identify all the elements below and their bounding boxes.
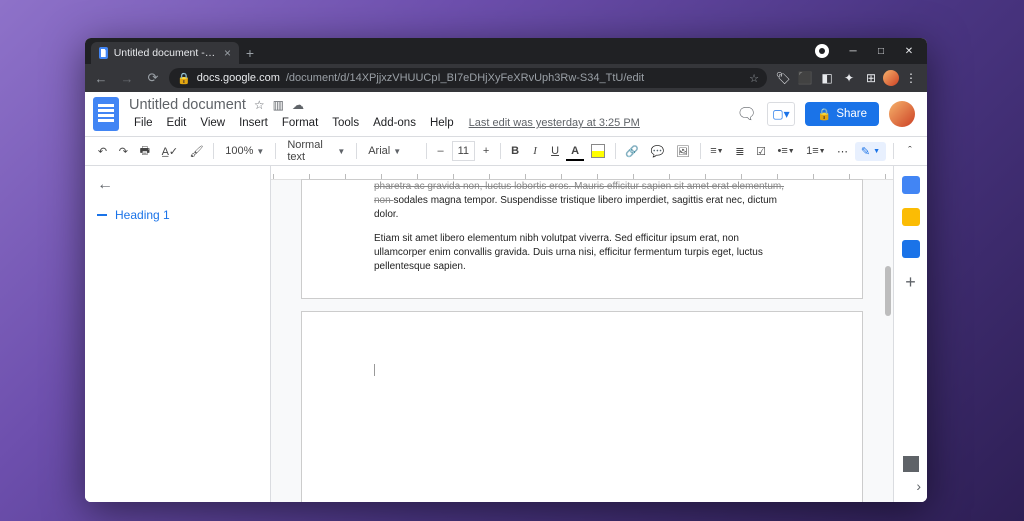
menu-edit[interactable]: Edit bbox=[162, 115, 192, 131]
last-edit-link[interactable]: Last edit was yesterday at 3:25 PM bbox=[469, 117, 640, 129]
bold-button[interactable]: B bbox=[506, 142, 524, 160]
print-button[interactable]: 🖶 bbox=[135, 139, 155, 164]
editor-area: ← Heading 1 pharetra ac gravida non, luc… bbox=[85, 166, 927, 502]
new-tab-button[interactable]: + bbox=[239, 42, 261, 64]
bulleted-list-button[interactable]: •≡▼ bbox=[773, 142, 800, 160]
back-button[interactable]: ← bbox=[91, 71, 111, 86]
zoom-select[interactable]: 100%▼ bbox=[219, 142, 270, 160]
minimize-button[interactable]: ─ bbox=[839, 41, 867, 61]
forward-button[interactable]: → bbox=[117, 71, 137, 86]
document-title[interactable]: Untitled document bbox=[129, 97, 246, 113]
url-path: /document/d/14XPjjxzVHUUCpI_BI7eDHjXyFeX… bbox=[286, 72, 644, 84]
menu-format[interactable]: Format bbox=[277, 115, 323, 131]
outline-pane: ← Heading 1 bbox=[85, 166, 271, 502]
extension-row: 🏷 ⬛ ◧ ✦ ⊞ ⋮ bbox=[773, 68, 921, 88]
docs-favicon bbox=[99, 47, 108, 59]
profile-avatar[interactable] bbox=[883, 70, 899, 86]
checklist-button[interactable]: ☑ bbox=[751, 142, 771, 161]
more-button[interactable]: ⋯ bbox=[832, 142, 853, 161]
redo-button[interactable]: ↷ bbox=[114, 142, 133, 161]
close-tab-icon[interactable]: × bbox=[224, 46, 231, 60]
collapse-side-panel-button[interactable]: › bbox=[916, 478, 921, 494]
docs-header: Untitled document ☆ ▥ ☁ File Edit View I… bbox=[85, 92, 927, 136]
star-icon[interactable]: ☆ bbox=[254, 98, 265, 112]
docs-logo-icon[interactable] bbox=[93, 97, 119, 131]
menu-file[interactable]: File bbox=[129, 115, 158, 131]
tab-strip: Untitled document - Google Do × + ─ □ ✕ bbox=[85, 38, 927, 64]
document-canvas[interactable]: pharetra ac gravida non, luctus lobortis… bbox=[271, 166, 893, 502]
url-domain: docs.google.com bbox=[197, 72, 280, 84]
share-label: Share bbox=[836, 108, 867, 120]
side-panel: + bbox=[893, 166, 927, 502]
image-button[interactable]: 🖼 bbox=[671, 142, 694, 161]
menu-insert[interactable]: Insert bbox=[234, 115, 273, 131]
font-size-increase[interactable]: + bbox=[477, 142, 495, 160]
line-spacing-button[interactable]: ≣ bbox=[730, 142, 749, 161]
undo-button[interactable]: ↶ bbox=[93, 142, 112, 161]
menu-addons[interactable]: Add-ons bbox=[368, 115, 421, 131]
font-size-input[interactable]: 11 bbox=[452, 141, 476, 161]
tasks-icon[interactable] bbox=[902, 240, 920, 258]
paint-format-button[interactable]: 🖌 bbox=[185, 142, 208, 161]
document-page[interactable]: pharetra ac gravida non, luctus lobortis… bbox=[302, 180, 862, 298]
keep-icon[interactable] bbox=[902, 208, 920, 226]
align-button[interactable]: ≡▼ bbox=[705, 142, 728, 160]
body-text: Etiam sit amet libero elementum nibh vol… bbox=[374, 232, 790, 274]
extension-icon[interactable]: ⊞ bbox=[861, 68, 881, 88]
extension-icon[interactable]: ⬛ bbox=[795, 68, 815, 88]
lock-icon: 🔒 bbox=[817, 107, 831, 121]
docs-toolbar: ↶ ↷ 🖶 A̲✓ 🖌 100%▼ Normal text▼ Arial▼ – … bbox=[85, 136, 927, 166]
outline-back-button[interactable]: ← bbox=[97, 176, 258, 194]
account-indicator-icon[interactable] bbox=[815, 44, 829, 58]
font-size-decrease[interactable]: – bbox=[432, 142, 450, 160]
menu-help[interactable]: Help bbox=[425, 115, 459, 131]
browser-tab[interactable]: Untitled document - Google Do × bbox=[91, 42, 239, 64]
hide-menus-button[interactable]: ˆ bbox=[901, 142, 919, 160]
spellcheck-button[interactable]: A̲✓ bbox=[157, 142, 183, 161]
extension-icon[interactable]: 🏷 bbox=[773, 68, 793, 88]
extension-icon[interactable]: ◧ bbox=[817, 68, 837, 88]
text-cursor bbox=[374, 364, 375, 376]
font-select[interactable]: Arial▼ bbox=[362, 142, 420, 160]
link-button[interactable]: 🔗 bbox=[621, 142, 644, 161]
menu-view[interactable]: View bbox=[195, 115, 230, 131]
reload-button[interactable]: ⟳ bbox=[143, 70, 163, 86]
underline-button[interactable]: U bbox=[546, 142, 564, 160]
share-button[interactable]: 🔒 Share bbox=[805, 102, 879, 126]
lock-icon: 🔒 bbox=[177, 72, 191, 85]
highlight-button[interactable] bbox=[586, 141, 610, 161]
calendar-icon[interactable] bbox=[902, 176, 920, 194]
browser-menu-icon[interactable]: ⋮ bbox=[901, 68, 921, 88]
explore-icon[interactable] bbox=[903, 456, 919, 472]
maximize-button[interactable]: □ bbox=[867, 41, 895, 61]
add-addon-button[interactable]: + bbox=[905, 272, 916, 293]
move-icon[interactable]: ▥ bbox=[273, 98, 284, 112]
browser-navbar: ← → ⟳ 🔒 docs.google.com/document/d/14XPj… bbox=[85, 64, 927, 92]
address-bar[interactable]: 🔒 docs.google.com/document/d/14XPjjxzVHU… bbox=[169, 68, 767, 88]
numbered-list-button[interactable]: 1≡▼ bbox=[801, 142, 830, 160]
comment-button[interactable]: 💬 bbox=[646, 142, 669, 161]
extensions-menu-icon[interactable]: ✦ bbox=[839, 68, 859, 88]
cloud-status-icon[interactable]: ☁ bbox=[292, 98, 304, 112]
close-window-button[interactable]: ✕ bbox=[895, 41, 923, 61]
body-text: sodales magna tempor. Suspendisse tristi… bbox=[374, 195, 777, 220]
menu-bar: File Edit View Insert Format Tools Add-o… bbox=[129, 115, 640, 131]
text-color-button[interactable]: A bbox=[566, 142, 584, 160]
horizontal-ruler[interactable] bbox=[271, 166, 893, 180]
vertical-scrollbar[interactable] bbox=[885, 266, 891, 316]
italic-button[interactable]: I bbox=[526, 142, 544, 160]
comments-icon[interactable]: 🗨 bbox=[737, 104, 757, 124]
present-button[interactable]: ▢▾ bbox=[767, 102, 795, 126]
outline-item-label: Heading 1 bbox=[115, 208, 170, 222]
styles-select[interactable]: Normal text▼ bbox=[281, 136, 351, 166]
tab-title: Untitled document - Google Do bbox=[114, 47, 218, 59]
browser-window: Untitled document - Google Do × + ─ □ ✕ … bbox=[85, 38, 927, 502]
account-avatar[interactable] bbox=[889, 101, 915, 127]
editing-mode-button[interactable]: ✎▼ bbox=[855, 142, 886, 161]
outline-item[interactable]: Heading 1 bbox=[97, 208, 258, 222]
window-controls: ─ □ ✕ bbox=[815, 38, 923, 64]
document-page[interactable] bbox=[302, 312, 862, 502]
menu-tools[interactable]: Tools bbox=[327, 115, 364, 131]
bookmark-star-icon[interactable]: ☆ bbox=[749, 72, 759, 85]
